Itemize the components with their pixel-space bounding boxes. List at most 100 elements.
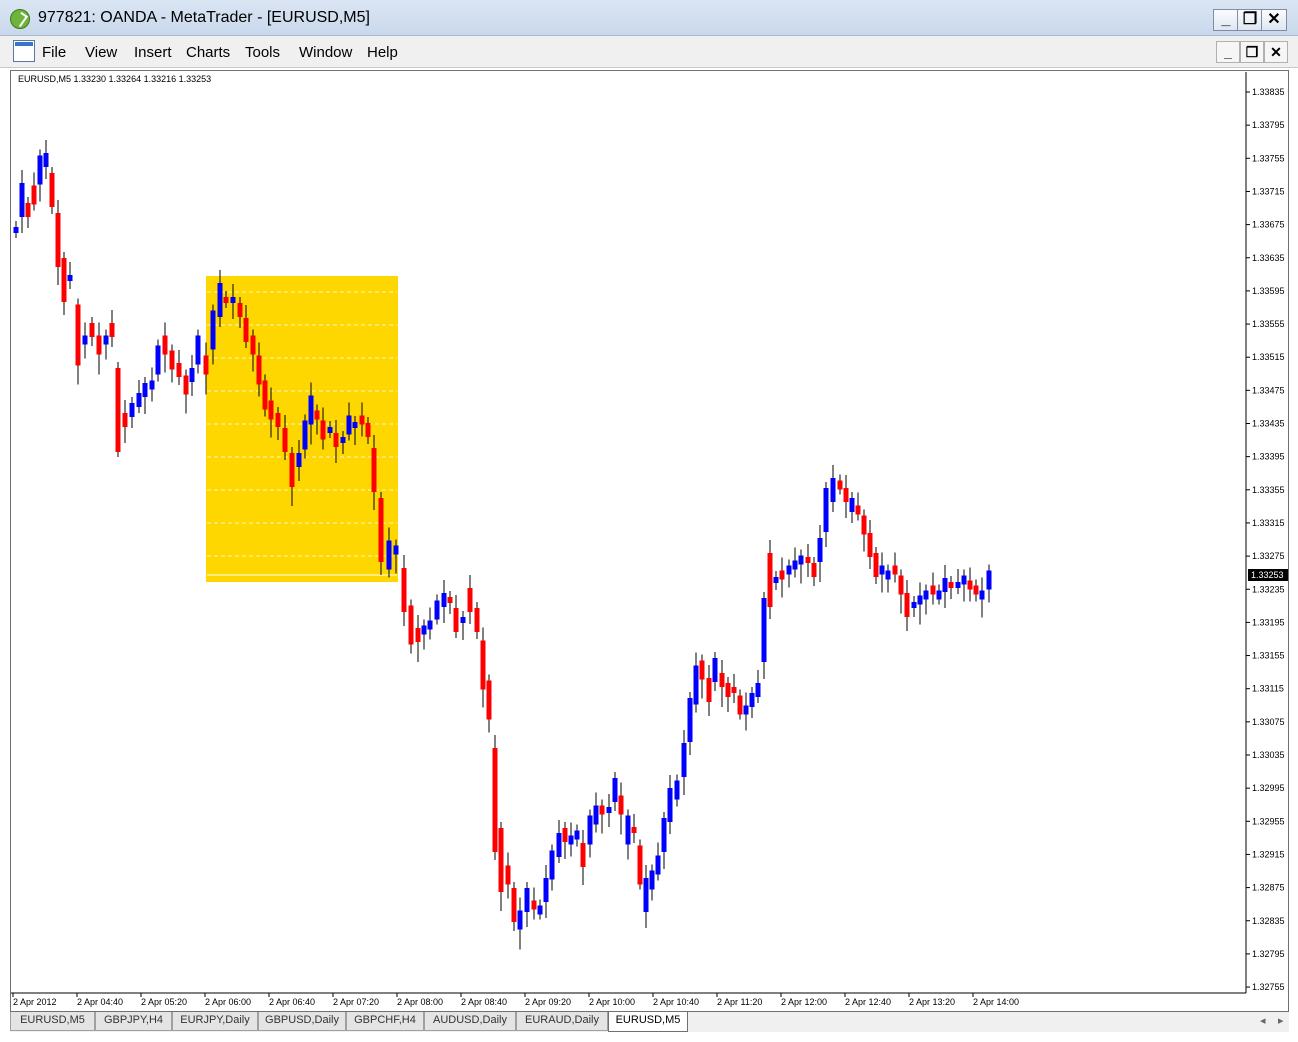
bull-candle: [643, 865, 649, 928]
tab-scroll-left-icon[interactable]: ◂: [1260, 1014, 1266, 1027]
candle-body: [973, 585, 979, 595]
bear-candle: [599, 799, 605, 834]
candle-body: [289, 453, 295, 487]
candle-body: [67, 275, 73, 281]
candle-body: [75, 304, 81, 366]
bull-candle: [37, 149, 43, 202]
bull-candle: [687, 692, 693, 755]
candle-body: [830, 478, 836, 502]
candle-body: [427, 620, 433, 630]
candle-body: [767, 553, 773, 607]
bear-candle: [737, 689, 743, 720]
chart-tab-eurusd-m5-active[interactable]: EURUSD,M5: [608, 1012, 688, 1032]
time-tick-label: 2 Apr 10:00: [589, 997, 635, 1007]
bear-candle: [898, 569, 904, 614]
candle-body: [743, 705, 749, 715]
candle-body: [467, 588, 473, 612]
candle-body: [474, 608, 480, 632]
candle-body: [637, 845, 643, 885]
candle-body: [543, 878, 549, 902]
candle-body: [155, 345, 161, 375]
bear-candle: [562, 822, 568, 859]
candle-body: [176, 363, 182, 377]
time-tick-label: 2 Apr 11:20: [717, 997, 762, 1007]
bull-candle: [43, 140, 49, 179]
chart-tab-audusd-daily[interactable]: AUDUSD,Daily: [424, 1012, 516, 1031]
bear-candle: [904, 580, 910, 631]
price-chart[interactable]: 1.33835 1.33795 1.33755 1.33715 1.33675 1.336…: [0, 0, 1298, 1012]
candle-body: [43, 153, 49, 167]
candle-body: [210, 310, 216, 350]
candle-body: [282, 428, 288, 452]
candle-body: [447, 597, 453, 603]
candle-body: [109, 323, 115, 337]
bull-candle: [849, 492, 855, 523]
chart-tab-eurusd-m5[interactable]: EURUSD,M5: [10, 1012, 95, 1031]
candle-body: [296, 453, 302, 467]
candle-body: [115, 368, 121, 452]
bull-candle: [67, 262, 73, 289]
bear-candle: [511, 882, 517, 931]
bear-candle: [109, 310, 115, 347]
bear-candle: [401, 555, 407, 626]
bull-candle: [743, 692, 749, 731]
time-tick-label: 2 Apr 06:00: [205, 997, 251, 1007]
bull-candle: [441, 580, 447, 623]
chart-tab-bar: EURUSD,M5 GBPJPY,H4 EURJPY,Daily GBPUSD,…: [10, 1012, 1289, 1032]
price-tick-label: 1.32835: [1252, 916, 1285, 926]
candle-body: [625, 815, 631, 845]
chart-tab-gbpusd-daily[interactable]: GBPUSD,Daily: [258, 1012, 346, 1031]
bull-candle: [761, 592, 767, 679]
chart-tab-euraud-daily[interactable]: EURAUD,Daily: [516, 1012, 608, 1031]
candle-body: [537, 905, 543, 915]
candle-body: [823, 488, 829, 532]
price-tick-label: 1.33315: [1252, 518, 1285, 528]
candle-body: [681, 743, 687, 777]
candle-body: [979, 590, 985, 600]
chart-ohlc-info: EURUSD,M5 1.33230 1.33264 1.33216 1.3325…: [18, 74, 212, 84]
candle-body: [320, 420, 326, 440]
chart-tab-gbpchf-h4[interactable]: GBPCHF,H4: [346, 1012, 424, 1031]
price-tick-label: 1.33275: [1252, 551, 1285, 561]
bear-candle: [176, 350, 182, 385]
price-tick-label: 1.32995: [1252, 783, 1285, 793]
candle-body: [699, 660, 705, 680]
bear-candle: [618, 782, 624, 835]
tab-scroll-right-icon[interactable]: ▸: [1278, 1014, 1284, 1027]
candle-body: [183, 375, 189, 395]
candle-body: [737, 695, 743, 715]
bull-candle: [792, 547, 798, 578]
candle-body: [498, 828, 504, 892]
bear-candle: [49, 167, 55, 214]
bull-candle: [817, 525, 823, 582]
candle-body: [486, 680, 492, 720]
candle-body: [942, 578, 948, 592]
candle-body: [169, 350, 175, 370]
bear-candle: [415, 615, 421, 662]
bull-candle: [129, 397, 135, 428]
bear-candle: [505, 852, 511, 899]
candle-body: [230, 297, 236, 303]
bull-candle: [427, 607, 433, 640]
bear-candle: [930, 572, 936, 605]
candle-body: [327, 427, 333, 433]
price-tick-label: 1.33475: [1252, 385, 1285, 395]
candle-body: [340, 437, 346, 443]
candle-body: [55, 213, 61, 267]
bull-candle: [979, 577, 985, 618]
time-tick-label: 2 Apr 04:40: [77, 997, 123, 1007]
candle-body: [359, 415, 365, 425]
bear-candle: [699, 654, 705, 699]
candle-body: [13, 227, 19, 233]
candle-body: [189, 368, 195, 382]
candle-body: [693, 665, 699, 705]
candle-body: [453, 608, 459, 632]
chart-tab-eurjpy-daily[interactable]: EURJPY,Daily: [172, 1012, 258, 1031]
candle-body: [61, 258, 67, 302]
bull-candle: [587, 809, 593, 858]
bear-candle: [115, 362, 121, 457]
candle-body: [203, 355, 209, 375]
candle-body: [122, 413, 128, 427]
chart-tab-gbpjpy-h4[interactable]: GBPJPY,H4: [95, 1012, 172, 1031]
candle-body: [631, 827, 637, 833]
